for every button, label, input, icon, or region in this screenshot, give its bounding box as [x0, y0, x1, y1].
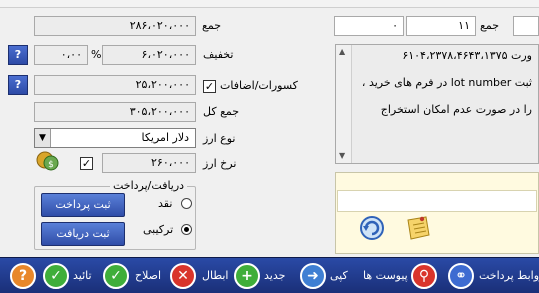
help-button[interactable]: ?: [10, 262, 40, 290]
approve-button[interactable]: ✓ تائید: [43, 262, 99, 290]
grand-total-label: جمع کل: [203, 105, 240, 118]
scroll-down-icon[interactable]: ▼: [339, 151, 345, 160]
deductions-field[interactable]: ۲۵،۲۰۰،۰۰۰: [34, 75, 196, 95]
copy-button[interactable]: ➜ کپی: [300, 262, 356, 290]
payment-relations-icon: ⚭: [448, 263, 474, 289]
cash-label: نقد: [158, 197, 173, 210]
scroll-up-icon[interactable]: ▲: [339, 47, 345, 56]
payment-relations-button[interactable]: ⚭ روابط پرداخت: [448, 262, 539, 290]
attachments-button[interactable]: ⚲ پیوست ها: [361, 262, 441, 290]
copy-icon: ➜: [300, 263, 326, 289]
combined-radio[interactable]: [181, 224, 192, 235]
edit-button[interactable]: ✓ اصلاح: [103, 262, 165, 290]
sum-label-right: جمع: [480, 19, 500, 32]
grand-total-field[interactable]: ۳۰۵،۲۰۰،۰۰۰: [34, 102, 196, 122]
help-icon: ?: [10, 263, 36, 289]
count-field[interactable]: ۱۱: [406, 16, 476, 36]
attachment-icon: ⚲: [411, 263, 437, 289]
bottom-toolbar: ⚭ روابط پرداخت ⚲ پیوست ها ➜ کپی + جدید ✕…: [0, 257, 539, 293]
coins-icon[interactable]: $: [35, 150, 61, 172]
description-memo[interactable]: ▲ ▼ ورت ۶۱۰۴،۲۳۷۸،۴۶۴۳،۱۳۷۵ ثبت lot numb…: [335, 44, 539, 164]
total-field[interactable]: ۲۸۶،۰۲۰،۰۰۰: [34, 16, 196, 36]
currency-type-value: دلار امریکا: [141, 131, 190, 144]
note-icon[interactable]: [404, 214, 432, 242]
combined-label: ترکیبی: [143, 223, 174, 236]
refresh-icon[interactable]: [358, 214, 386, 242]
right-edge-field[interactable]: [513, 16, 539, 36]
check-icon: ✓: [103, 263, 129, 289]
notes-input[interactable]: [337, 190, 537, 212]
cancel-icon: ✕: [170, 263, 196, 289]
discount-help-button[interactable]: ?: [8, 45, 28, 65]
exchange-rate-field[interactable]: ۲۶۰،۰۰۰: [102, 153, 196, 173]
cash-radio[interactable]: [181, 198, 192, 209]
discount-percent-field[interactable]: ۰،۰۰: [34, 45, 88, 65]
cancel-button[interactable]: ✕ ابطال: [170, 262, 230, 290]
svg-text:$: $: [48, 160, 54, 170]
exchange-rate-checkbox[interactable]: ✓: [80, 157, 93, 170]
discount-field[interactable]: ۶،۰۲۰،۰۰۰: [102, 45, 196, 65]
memo-line-2: ثبت lot number در فرم های خرید ،: [361, 76, 532, 89]
amount-field[interactable]: ۰: [334, 16, 404, 36]
window-frame-top: [0, 0, 539, 8]
currency-type-select[interactable]: ▼ دلار امریکا: [34, 128, 196, 148]
memo-scrollbar[interactable]: ▲ ▼: [336, 45, 352, 163]
memo-line-3: را در صورت عدم امکان استخراج: [380, 103, 532, 116]
deductions-help-button[interactable]: ?: [8, 75, 28, 95]
add-icon: +: [234, 263, 260, 289]
approve-icon: ✓: [43, 263, 69, 289]
currency-type-label: نوع ارز: [203, 132, 236, 145]
memo-line-1: ورت ۶۱۰۴،۲۳۷۸،۴۶۴۳،۱۳۷۵: [402, 49, 532, 62]
deductions-checkbox[interactable]: ✓: [203, 80, 216, 93]
deductions-label: کسورات/اضافات: [220, 79, 298, 92]
new-button[interactable]: + جدید: [234, 262, 294, 290]
chevron-down-icon[interactable]: ▼: [35, 129, 51, 147]
register-payment-button[interactable]: ثبت پرداخت: [41, 193, 125, 217]
register-receipt-button[interactable]: ثبت دریافت: [41, 222, 125, 246]
total-label: جمع: [202, 19, 222, 32]
payment-group-title: دریافت/پرداخت: [110, 179, 188, 192]
exchange-rate-label: نرخ ارز: [203, 157, 237, 170]
discount-label: تخفیف: [203, 48, 234, 61]
percent-sign: %: [91, 48, 102, 61]
